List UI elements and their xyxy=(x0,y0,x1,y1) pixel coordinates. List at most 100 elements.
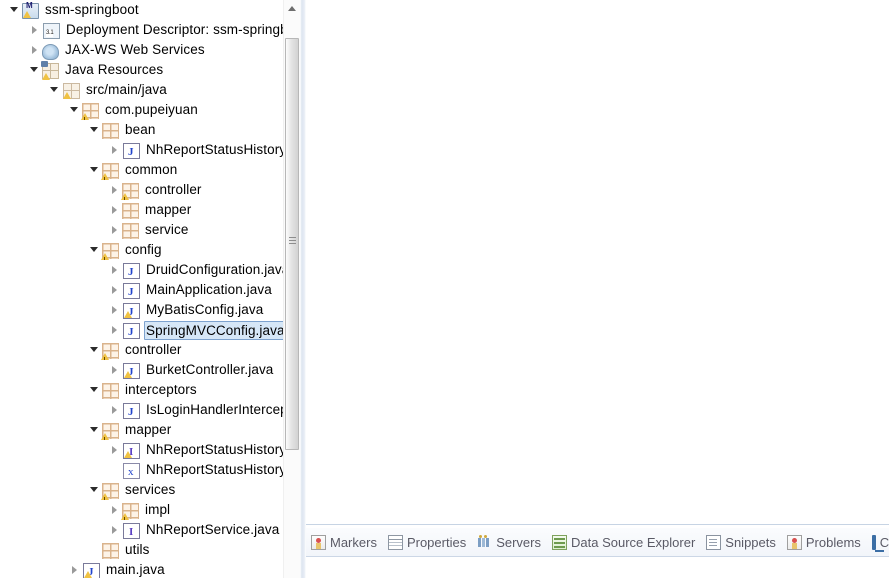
tree-row[interactable]: bean xyxy=(0,120,283,140)
tree-row[interactable]: main.java xyxy=(0,560,283,578)
tree-row-label: interceptors xyxy=(125,382,197,397)
tree-row[interactable]: JAX-WS Web Services xyxy=(0,40,283,60)
collapse-arrow-icon[interactable] xyxy=(108,400,121,420)
snippets-icon xyxy=(706,534,722,550)
tree-row-label: ssm-springboot xyxy=(45,2,139,17)
tree-row[interactable]: common xyxy=(0,160,283,180)
tree-row[interactable]: controller xyxy=(0,180,283,200)
expand-arrow-icon[interactable] xyxy=(28,60,41,80)
view-tab-label: Data Source Explorer xyxy=(571,534,696,550)
collapse-arrow-icon[interactable] xyxy=(108,220,121,240)
tree-row[interactable]: Java Resources xyxy=(0,60,283,80)
tree-row[interactable]: NhReportService.java xyxy=(0,520,283,540)
collapse-arrow-icon[interactable] xyxy=(108,520,121,540)
tree-row-label: MyBatisConfig.java xyxy=(146,302,264,317)
view-tab-label: Problems xyxy=(805,534,861,550)
vertical-scrollbar[interactable] xyxy=(283,0,300,578)
expand-arrow-icon[interactable] xyxy=(88,160,101,180)
scroll-up-arrow-icon[interactable] xyxy=(284,0,300,17)
tree-row[interactable]: ssm-springboot xyxy=(0,0,283,20)
collapse-arrow-icon[interactable] xyxy=(28,40,41,60)
view-tab-markers[interactable]: Markers xyxy=(306,529,383,555)
tree-row[interactable]: mapper xyxy=(0,420,283,440)
tree-row-label: Java Resources xyxy=(65,62,164,77)
java-file-icon xyxy=(123,282,140,300)
collapse-arrow-icon[interactable] xyxy=(108,180,121,200)
java-interface-icon xyxy=(123,522,140,540)
tree-row[interactable]: DruidConfiguration.java xyxy=(0,260,283,280)
bottom-panel-top-border xyxy=(306,524,889,525)
tree-row[interactable]: MainApplication.java xyxy=(0,280,283,300)
collapse-arrow-icon[interactable] xyxy=(108,260,121,280)
collapse-arrow-icon[interactable] xyxy=(28,20,41,40)
expand-arrow-icon[interactable] xyxy=(48,80,61,100)
tree-row[interactable]: controller xyxy=(0,340,283,360)
tree-row-label: controller xyxy=(145,182,202,197)
tree-row-label: bean xyxy=(125,122,156,137)
tree-row[interactable]: interceptors xyxy=(0,380,283,400)
source-folder-icon xyxy=(63,83,80,99)
tree-row-label: BurketController.java xyxy=(146,362,274,377)
expand-arrow-icon[interactable] xyxy=(88,120,101,140)
properties-icon xyxy=(387,534,403,550)
bottom-view-tabstrip[interactable]: Markers Properties Servers Data Source Expl… xyxy=(306,528,889,557)
view-tab-properties[interactable]: Properties xyxy=(383,529,472,555)
tree-row[interactable]: impl xyxy=(0,500,283,520)
package-warn-icon xyxy=(101,482,119,500)
tree-row[interactable]: Deployment Descriptor: ssm-springbo xyxy=(0,20,283,40)
view-tab-problems[interactable]: Problems xyxy=(782,529,867,555)
tree-row[interactable]: SpringMVCConfig.java xyxy=(0,320,283,340)
view-tab-label: Markers xyxy=(330,534,377,550)
tree-row[interactable]: mapper xyxy=(0,200,283,220)
tree-row[interactable]: IsLoginHandlerIntercepto xyxy=(0,400,283,420)
tree-row-label: controller xyxy=(125,342,182,357)
expand-arrow-icon[interactable] xyxy=(88,420,101,440)
tree-row[interactable]: utils xyxy=(0,540,283,560)
expand-arrow-icon[interactable] xyxy=(88,480,101,500)
expand-arrow-icon[interactable] xyxy=(88,240,101,260)
view-tab-data-source-explorer[interactable]: Data Source Explorer xyxy=(547,529,701,555)
expand-arrow-icon[interactable] xyxy=(88,340,101,360)
tree-row[interactable]: src/main/java xyxy=(0,80,283,100)
view-tab-servers[interactable]: Servers xyxy=(472,529,547,555)
view-tab-snippets[interactable]: Snippets xyxy=(701,529,782,555)
java-file-warn-icon xyxy=(83,562,100,578)
expand-arrow-icon[interactable] xyxy=(88,380,101,400)
collapse-arrow-icon[interactable] xyxy=(108,500,121,520)
view-tab-c[interactable]: C xyxy=(867,529,889,555)
tree-row[interactable]: NhReportStatusHistoryM xyxy=(0,440,283,460)
collapse-arrow-icon[interactable] xyxy=(68,560,81,578)
expand-arrow-icon[interactable] xyxy=(68,100,81,120)
tree-row[interactable]: services xyxy=(0,480,283,500)
tree-row-label: services xyxy=(125,482,176,497)
tree-row[interactable]: NhReportStatusHistory.ja xyxy=(0,140,283,160)
collapse-arrow-icon[interactable] xyxy=(108,300,121,320)
markers-icon xyxy=(311,534,326,550)
package-warn-icon xyxy=(101,342,119,360)
expand-arrow-icon[interactable] xyxy=(8,0,21,20)
tree-row[interactable]: com.pupeiyuan xyxy=(0,100,283,120)
eclipse-ide-window: ssm-springboot Deployment Descriptor: ssm… xyxy=(0,0,889,578)
tree-row-label: MainApplication.java xyxy=(146,282,272,297)
collapse-arrow-icon[interactable] xyxy=(108,200,121,220)
tree-row-label: NhReportStatusHistoryM xyxy=(146,442,283,457)
collapse-arrow-icon[interactable] xyxy=(108,320,121,340)
editor-area[interactable] xyxy=(306,0,889,578)
tree-row[interactable]: BurketController.java xyxy=(0,360,283,380)
collapse-arrow-icon[interactable] xyxy=(108,280,121,300)
package-icon xyxy=(122,222,139,239)
tree-row-label: service xyxy=(145,222,189,237)
scrollbar-thumb[interactable] xyxy=(285,38,299,450)
tree-row-label: config xyxy=(125,242,162,257)
tree-row[interactable]: config xyxy=(0,240,283,260)
collapse-arrow-icon[interactable] xyxy=(108,360,121,380)
collapse-arrow-icon[interactable] xyxy=(108,140,121,160)
tree-row[interactable]: NhReportStatusHistoryM xyxy=(0,460,283,480)
java-file-warn-icon xyxy=(123,362,140,380)
project-tree[interactable]: ssm-springboot Deployment Descriptor: ssm… xyxy=(0,0,283,578)
tree-row[interactable]: service xyxy=(0,220,283,240)
collapse-arrow-icon[interactable] xyxy=(108,440,121,460)
tree-row[interactable]: MyBatisConfig.java xyxy=(0,300,283,320)
tree-row-label: SpringMVCConfig.java xyxy=(144,320,283,340)
